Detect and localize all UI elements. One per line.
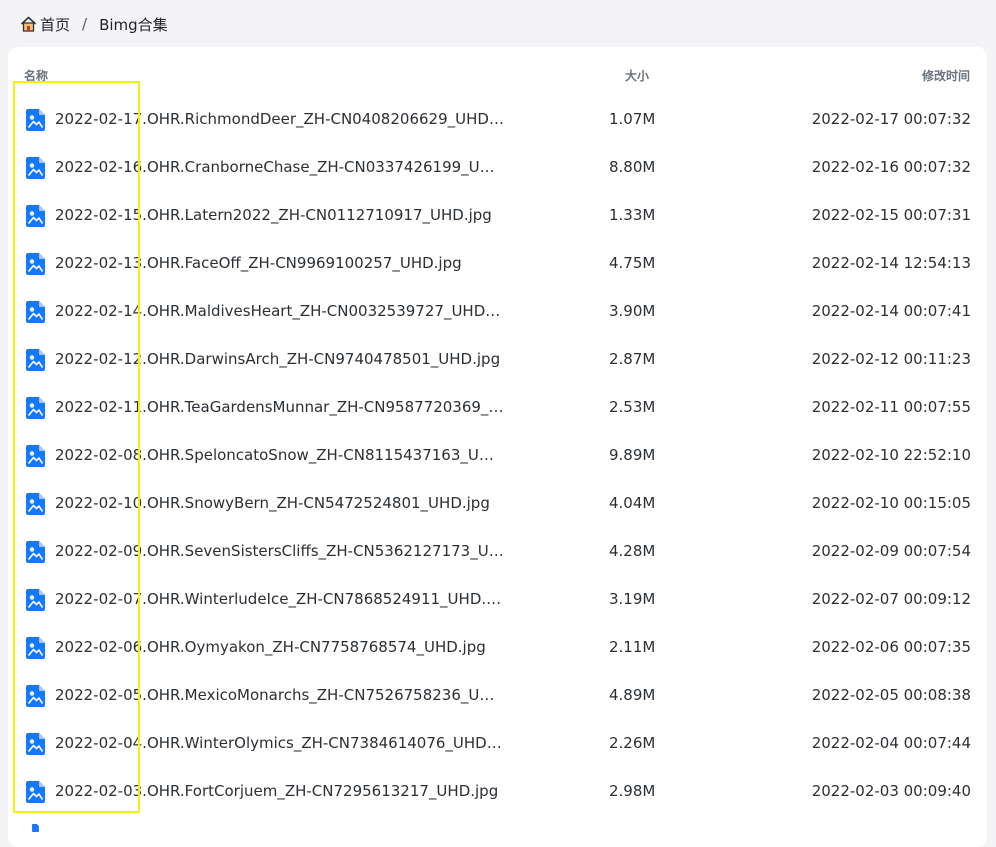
file-modified-time: 2022-02-11 00:07:55 — [811, 398, 971, 416]
file-modified-time: 2022-02-06 00:07:35 — [811, 638, 971, 656]
file-size: 8.80M — [609, 158, 656, 176]
file-modified-time: 2022-02-16 00:07:32 — [811, 158, 971, 176]
breadcrumb-separator: / — [82, 15, 88, 33]
image-file-icon — [26, 637, 45, 659]
image-file-icon — [26, 109, 45, 131]
file-size: 3.90M — [609, 302, 656, 320]
file-modified-time: 2022-02-04 00:07:44 — [811, 734, 971, 752]
breadcrumb-current: Bimg合集 — [99, 15, 168, 34]
column-header-name[interactable]: 名称 — [24, 67, 48, 84]
file-modified-time: 2022-02-07 00:09:12 — [811, 590, 971, 608]
file-modified-time: 2022-02-14 00:07:41 — [811, 302, 971, 320]
image-file-icon — [26, 445, 45, 467]
file-row[interactable]: 2022-02-10.OHR.SnowyBern_ZH-CN5472524801… — [8, 480, 987, 528]
image-file-icon — [26, 781, 45, 803]
file-size: 3.19M — [609, 590, 656, 608]
breadcrumb-home[interactable]: 首页 — [20, 14, 70, 35]
file-name[interactable]: 2022-02-12.OHR.DarwinsArch_ZH-CN97404785… — [55, 350, 505, 368]
image-file-icon — [32, 824, 39, 832]
file-size: 4.28M — [609, 542, 656, 560]
file-modified-time: 2022-02-17 00:07:32 — [811, 110, 971, 128]
file-name[interactable]: 2022-02-05.OHR.MexicoMonarchs_ZH-CN75267… — [55, 686, 505, 704]
image-file-icon — [26, 493, 45, 515]
file-row[interactable]: 2022-02-08.OHR.SpeloncatoSnow_ZH-CN81154… — [8, 432, 987, 480]
file-row[interactable]: 2022-02-16.OHR.CranborneChase_ZH-CN03374… — [8, 144, 987, 192]
file-modified-time: 2022-02-14 12:54:13 — [811, 254, 971, 272]
file-name[interactable]: 2022-02-14.OHR.MaldivesHeart_ZH-CN003253… — [55, 302, 505, 320]
file-modified-time: 2022-02-05 00:08:38 — [811, 686, 971, 704]
breadcrumb-home-label: 首页 — [40, 15, 71, 34]
file-name[interactable]: 2022-02-06.OHR.Oymyakon_ZH-CN7758768574_… — [55, 638, 505, 656]
file-modified-time: 2022-02-03 00:09:40 — [811, 782, 971, 800]
file-size: 1.33M — [609, 206, 656, 224]
file-modified-time: 2022-02-10 00:15:05 — [811, 494, 971, 512]
image-file-icon — [26, 541, 45, 563]
file-name[interactable]: 2022-02-17.OHR.RichmondDeer_ZH-CN0408206… — [55, 110, 505, 128]
file-row[interactable]: 2022-02-11.OHR.TeaGardensMunnar_ZH-CN958… — [8, 384, 987, 432]
file-list-panel: 名称 大小 修改时间 2022-02-17.OHR.RichmondDeer_Z… — [8, 47, 987, 847]
file-modified-time: 2022-02-10 22:52:10 — [811, 446, 971, 464]
file-row[interactable]: 2022-02-14.OHR.MaldivesHeart_ZH-CN003253… — [8, 288, 987, 336]
file-name[interactable]: 2022-02-15.OHR.Latern2022_ZH-CN011271091… — [55, 206, 505, 224]
file-name[interactable]: 2022-02-13.OHR.FaceOff_ZH-CN9969100257_U… — [55, 254, 505, 272]
image-file-icon — [26, 157, 45, 179]
file-name[interactable]: 2022-02-11.OHR.TeaGardensMunnar_ZH-CN958… — [55, 398, 505, 416]
file-size: 4.04M — [609, 494, 656, 512]
file-row[interactable]: 2022-02-04.OHR.WinterOlymics_ZH-CN738461… — [8, 720, 987, 768]
image-file-icon — [26, 205, 45, 227]
file-size: 2.26M — [609, 734, 656, 752]
file-list: 2022-02-17.OHR.RichmondDeer_ZH-CN0408206… — [8, 96, 987, 816]
file-size: 2.53M — [609, 398, 656, 416]
file-name[interactable]: 2022-02-08.OHR.SpeloncatoSnow_ZH-CN81154… — [55, 446, 505, 464]
file-size: 9.89M — [609, 446, 656, 464]
image-file-icon — [26, 733, 45, 755]
file-size: 4.89M — [609, 686, 656, 704]
file-modified-time: 2022-02-09 00:07:54 — [811, 542, 971, 560]
file-size: 1.07M — [609, 110, 656, 128]
image-file-icon — [26, 397, 45, 419]
file-size: 2.98M — [609, 782, 656, 800]
file-name[interactable]: 2022-02-07.OHR.WinterludeIce_ZH-CN786852… — [55, 590, 505, 608]
column-header-modified[interactable]: 修改时间 — [922, 67, 970, 84]
file-name[interactable]: 2022-02-16.OHR.CranborneChase_ZH-CN03374… — [55, 158, 505, 176]
file-row[interactable]: 2022-02-03.OHR.FortCorjuem_ZH-CN72956132… — [8, 768, 987, 816]
file-row[interactable]: 2022-02-13.OHR.FaceOff_ZH-CN9969100257_U… — [8, 240, 987, 288]
file-row[interactable]: 2022-02-17.OHR.RichmondDeer_ZH-CN0408206… — [8, 96, 987, 144]
file-row[interactable]: 2022-02-07.OHR.WinterludeIce_ZH-CN786852… — [8, 576, 987, 624]
breadcrumb: 首页 / Bimg合集 — [20, 13, 168, 35]
file-name[interactable]: 2022-02-10.OHR.SnowyBern_ZH-CN5472524801… — [55, 494, 505, 512]
file-name[interactable]: 2022-02-03.OHR.FortCorjuem_ZH-CN72956132… — [55, 782, 505, 800]
column-header-size[interactable]: 大小 — [625, 67, 649, 84]
file-row[interactable]: 2022-02-15.OHR.Latern2022_ZH-CN011271091… — [8, 192, 987, 240]
file-modified-time: 2022-02-15 00:07:31 — [811, 206, 971, 224]
table-header: 名称 大小 修改时间 — [8, 47, 987, 99]
file-row[interactable]: 2022-02-06.OHR.Oymyakon_ZH-CN7758768574_… — [8, 624, 987, 672]
image-file-icon — [26, 253, 45, 275]
file-size: 4.75M — [609, 254, 656, 272]
file-name[interactable]: 2022-02-04.OHR.WinterOlymics_ZH-CN738461… — [55, 734, 505, 752]
file-row[interactable]: 2022-02-12.OHR.DarwinsArch_ZH-CN97404785… — [8, 336, 987, 384]
image-file-icon — [26, 349, 45, 371]
file-row[interactable]: 2022-02-05.OHR.MexicoMonarchs_ZH-CN75267… — [8, 672, 987, 720]
image-file-icon — [26, 685, 45, 707]
image-file-icon — [26, 589, 45, 611]
image-file-icon — [26, 301, 45, 323]
file-row[interactable]: 2022-02-09.OHR.SevenSistersCliffs_ZH-CN5… — [8, 528, 987, 576]
file-modified-time: 2022-02-12 00:11:23 — [811, 350, 971, 368]
house-icon — [20, 16, 37, 32]
file-size: 2.87M — [609, 350, 656, 368]
file-name[interactable]: 2022-02-09.OHR.SevenSistersCliffs_ZH-CN5… — [55, 542, 505, 560]
file-size: 2.11M — [609, 638, 656, 656]
